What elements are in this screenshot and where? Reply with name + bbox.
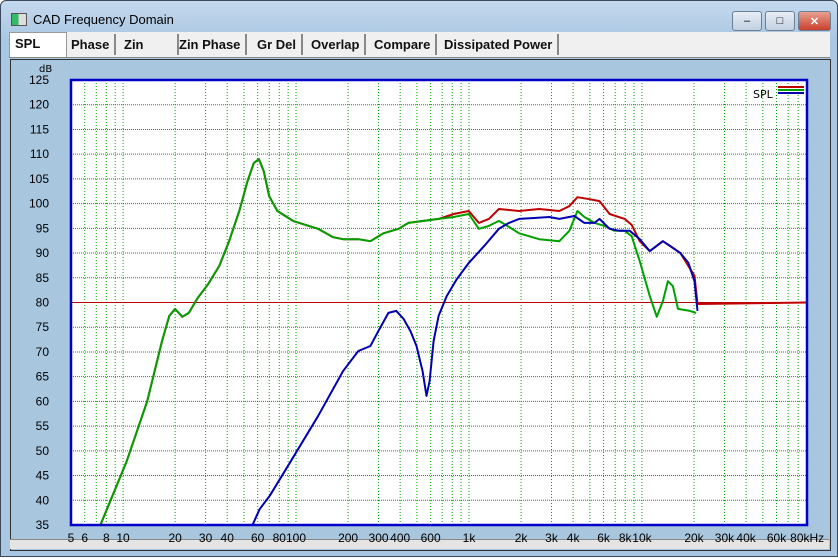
x-tick-label: 400 [390,531,410,545]
x-tick-label: 4k [567,531,581,545]
x-tick-label: 2k [515,531,529,545]
y-tick-label: 50 [36,444,50,458]
x-tick-label: 60k [767,531,787,545]
y-tick-label: 115 [30,122,49,136]
x-tick-label: 6k [597,531,611,545]
x-tick-label: 30 [199,531,213,545]
x-tick-label: 6 [81,531,88,545]
x-tick-label: 3k [545,531,559,545]
x-tick-label: 600 [421,531,441,545]
x-tick-label: 10k [632,531,652,545]
y-tick-label: 75 [36,320,50,334]
x-tick-label: 1k [463,531,477,545]
x-tick-label: 80 [273,531,287,545]
y-tick-label: 35 [36,518,50,532]
x-tick-label: 30k [715,531,735,545]
y-tick-label: 65 [36,370,50,384]
y-tick-label: 80 [36,296,50,310]
x-tick-label: 200 [338,531,358,545]
y-tick-label: 70 [36,345,50,359]
x-tick-label: 5 [68,531,75,545]
x-tick-label: 20k [684,531,704,545]
y-tick-label: 105 [29,172,49,186]
y-tick-label: 125 [29,73,49,87]
y-tick-label: 45 [36,469,50,483]
x-tick-label: 8 [103,531,110,545]
spl-chart: 3540455055606570758085909510010511011512… [29,64,824,545]
x-tick-label: 10 [116,531,130,545]
y-tick-label: 95 [36,221,50,235]
x-tick-label: 60 [251,531,265,545]
y-axis-label: dB [39,64,52,75]
y-tick-label: 85 [36,271,50,285]
y-tick-label: 60 [36,394,50,408]
x-tick-label: 100 [286,531,306,545]
y-tick-label: 55 [36,419,50,433]
x-tick-label: 40k [736,531,756,545]
x-tick-label: 20 [168,531,182,545]
y-tick-label: 120 [29,98,49,112]
x-tick-label: 40 [221,531,235,545]
y-tick-label: 110 [30,147,49,161]
y-tick-label: 90 [36,246,50,260]
y-tick-label: 40 [36,493,50,507]
x-tick-label: 80kHz [790,531,824,545]
y-tick-label: 100 [29,197,49,211]
cad-frequency-domain-window: CAD Frequency Domain – □ ✕ SPL Phase Zin… [0,0,838,557]
x-tick-label: 300 [369,531,389,545]
x-tick-label: 8k [619,531,633,545]
legend-label: SPL [753,88,774,101]
